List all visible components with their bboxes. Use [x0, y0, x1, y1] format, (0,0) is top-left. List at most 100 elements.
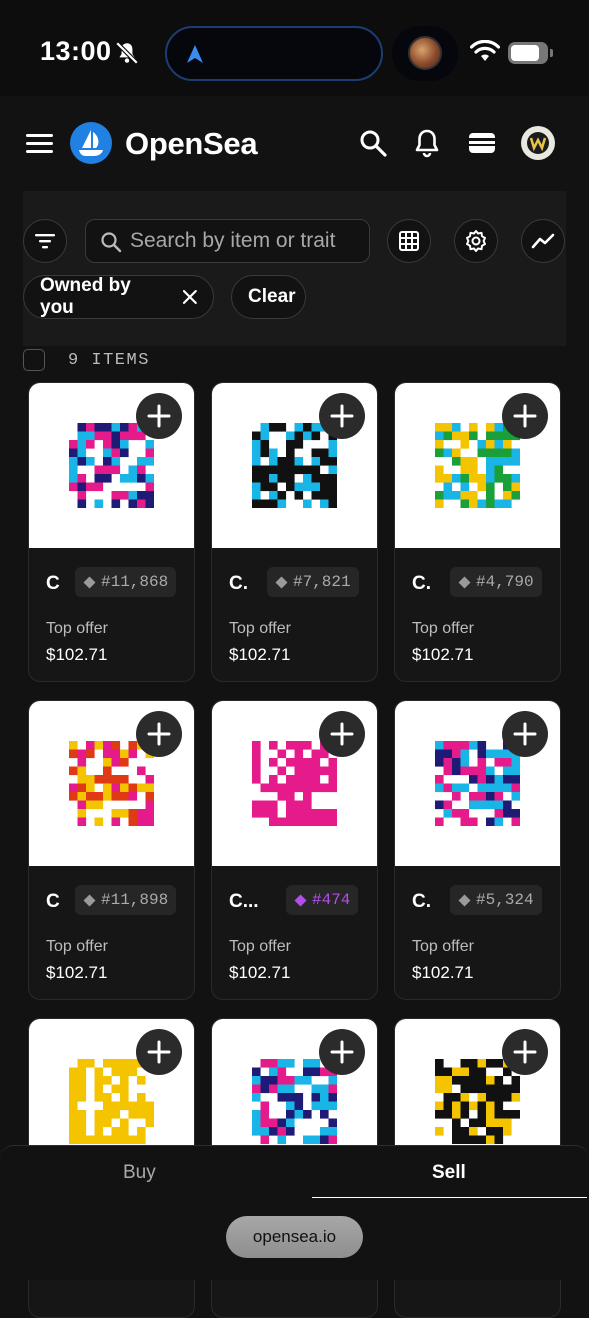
top-offer-label: Top offer	[229, 938, 291, 955]
status-time: 13:00	[40, 36, 112, 66]
plus-icon	[330, 1040, 354, 1064]
rarity-tag: #4,790	[450, 567, 542, 597]
top-offer-label: Top offer	[229, 620, 291, 637]
wifi-icon	[470, 40, 500, 61]
bell-muted-icon	[115, 41, 139, 65]
top-offer-label: Top offer	[412, 620, 474, 637]
grid-icon	[399, 231, 419, 251]
top-offer-label: Top offer	[412, 938, 474, 955]
pixel-art	[69, 1059, 154, 1144]
token-id: #474	[312, 891, 351, 909]
activity-chart-button[interactable]	[521, 219, 565, 263]
items-count: 9 ITEMS	[68, 351, 150, 370]
top-offer-value: $102.71	[229, 963, 291, 982]
plus-icon	[330, 722, 354, 746]
filter-icon	[35, 234, 55, 249]
nft-card[interactable]: C. #5,324 Top offer $102.71	[394, 700, 561, 1000]
buy-sell-tabs: Buy Sell	[0, 1145, 589, 1199]
top-offer-value: $102.71	[412, 645, 474, 664]
diamond-icon	[458, 894, 471, 906]
top-offer-label: Top offer	[46, 620, 108, 637]
pixel-art	[435, 1059, 520, 1144]
item-name: C...	[229, 891, 259, 912]
results-header: 9 ITEMS	[0, 346, 589, 382]
browser-bar: opensea.io	[0, 1198, 589, 1280]
token-id: #7,821	[293, 573, 351, 591]
add-to-cart-button[interactable]	[319, 1029, 365, 1075]
media-thumbnail	[408, 36, 442, 70]
rarity-tag: #11,868	[75, 567, 177, 597]
filter-button[interactable]	[23, 219, 67, 263]
item-name: C	[46, 573, 60, 594]
add-to-cart-button[interactable]	[319, 393, 365, 439]
search-field[interactable]	[85, 219, 370, 263]
item-name: C	[46, 891, 60, 912]
token-id: #5,324	[476, 891, 534, 909]
menu-icon[interactable]	[26, 134, 53, 154]
owned-by-you-chip[interactable]: Owned by you	[23, 275, 214, 319]
add-to-cart-button[interactable]	[502, 393, 548, 439]
profile-avatar[interactable]	[521, 126, 555, 160]
clear-label: Clear	[248, 286, 296, 307]
top-offer-value: $102.71	[46, 963, 108, 982]
plus-icon	[330, 404, 354, 428]
item-name: C.	[412, 891, 431, 912]
diamond-icon	[275, 576, 288, 588]
url-pill[interactable]: opensea.io	[226, 1216, 363, 1258]
pixel-art	[252, 1059, 337, 1144]
add-to-cart-button[interactable]	[319, 711, 365, 757]
rarity-tag: #11,898	[75, 885, 177, 915]
trend-icon	[531, 233, 555, 249]
nft-card[interactable]: C #11,868 Top offer $102.71	[28, 382, 195, 682]
brand-name[interactable]: OpenSea	[125, 126, 258, 162]
nft-card[interactable]: C. #7,821 Top offer $102.71	[211, 382, 378, 682]
add-to-cart-button[interactable]	[136, 393, 182, 439]
tab-buy[interactable]: Buy	[123, 1162, 156, 1184]
search-icon	[101, 232, 122, 253]
close-icon[interactable]	[183, 290, 197, 304]
rarity-tag: #474	[286, 885, 359, 915]
diamond-icon	[294, 894, 307, 906]
nft-card[interactable]: C. #4,790 Top offer $102.71	[394, 382, 561, 682]
item-name: C.	[412, 573, 431, 594]
add-to-cart-button[interactable]	[136, 1029, 182, 1075]
grid-view-button[interactable]	[387, 219, 431, 263]
notification-bell-icon[interactable]	[412, 128, 442, 158]
diamond-icon	[83, 894, 96, 906]
pixel-art	[252, 741, 337, 826]
settings-button[interactable]	[454, 219, 498, 263]
plus-icon	[147, 722, 171, 746]
clear-filters-button[interactable]: Clear	[231, 275, 306, 319]
navigation-arrow-icon	[187, 45, 203, 63]
token-id: #4,790	[476, 573, 534, 591]
add-to-cart-button[interactable]	[502, 1029, 548, 1075]
item-name: C.	[229, 573, 248, 594]
top-offer-value: $102.71	[46, 645, 108, 664]
rarity-tag: #7,821	[267, 567, 359, 597]
plus-icon	[513, 722, 537, 746]
select-all-checkbox[interactable]	[23, 349, 45, 371]
token-id: #11,898	[101, 891, 169, 909]
gear-icon	[466, 230, 486, 252]
chip-label: Owned by you	[40, 275, 131, 318]
battery-icon	[508, 42, 553, 64]
search-icon[interactable]	[358, 128, 388, 158]
filter-toolbar: Owned by you Clear	[23, 191, 566, 359]
nft-card[interactable]: C... #474 Top offer $102.71	[211, 700, 378, 1000]
token-id: #11,868	[101, 573, 169, 591]
diamond-icon	[83, 576, 96, 588]
plus-icon	[147, 1040, 171, 1064]
search-input[interactable]	[130, 226, 365, 256]
nft-card[interactable]: C #11,898 Top offer $102.71	[28, 700, 195, 1000]
pixel-art	[69, 741, 154, 826]
status-bar: 13:00	[0, 0, 589, 96]
dynamic-island	[165, 26, 383, 81]
tab-sell[interactable]: Sell	[432, 1162, 466, 1184]
wallet-icon[interactable]	[467, 128, 497, 158]
pixel-art	[69, 423, 154, 508]
top-offer-value: $102.71	[229, 645, 291, 664]
add-to-cart-button[interactable]	[502, 711, 548, 757]
add-to-cart-button[interactable]	[136, 711, 182, 757]
app-header: OpenSea	[0, 96, 589, 191]
opensea-logo-icon[interactable]	[70, 122, 112, 164]
